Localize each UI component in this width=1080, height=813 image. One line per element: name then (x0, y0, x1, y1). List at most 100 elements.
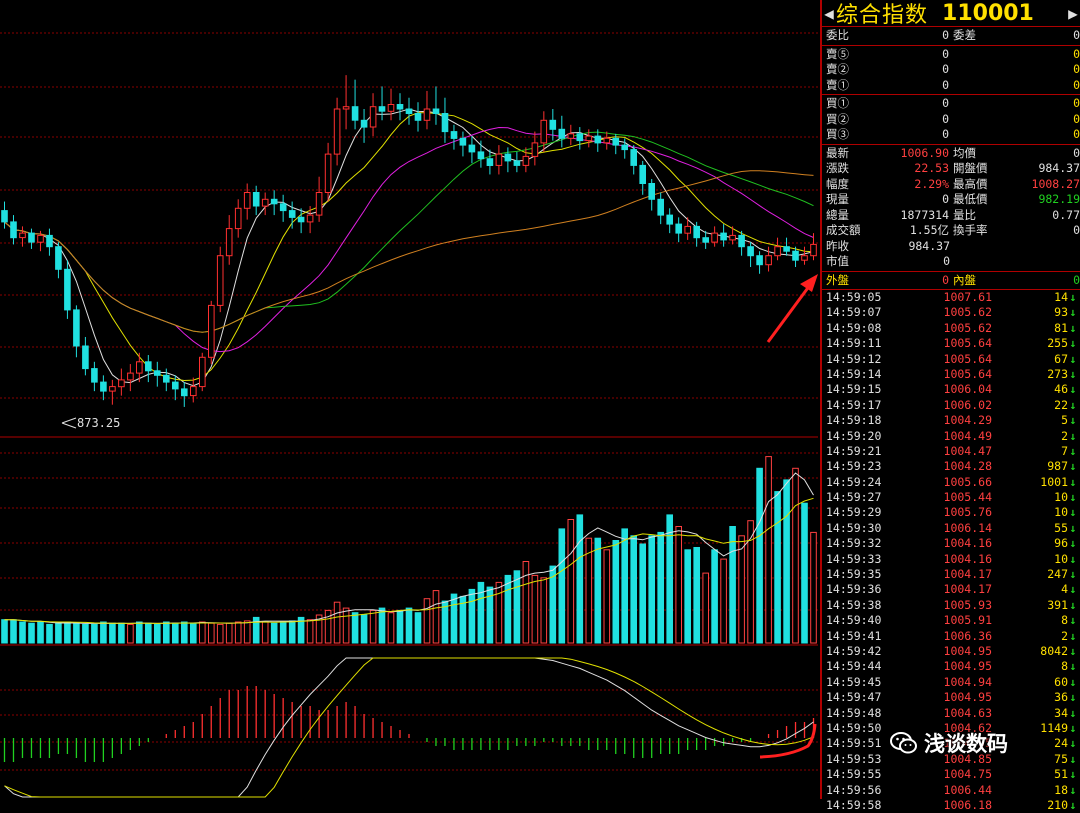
candle-body (603, 137, 611, 144)
tick-price: 1004.16 (943, 536, 992, 551)
quote-row: 昨收 984.37 (822, 239, 1080, 255)
candle-body (630, 149, 638, 166)
watermark-text: 浅谈数码 (924, 732, 1008, 756)
candle-body (73, 309, 80, 347)
change-value: 22.53 (914, 161, 950, 175)
tick-time: 14:59:29 (826, 505, 882, 520)
volume-bar (324, 609, 332, 644)
down-arrow-icon: ↓ (1069, 520, 1077, 535)
tick-volume: 247 (1047, 567, 1068, 582)
volume-bar (82, 623, 89, 644)
tick-price: 1004.29 (943, 413, 992, 428)
candle-body (378, 106, 386, 112)
volume-bar (208, 622, 215, 644)
order-ratio-section: 委比 0 委差 0 (822, 27, 1080, 46)
candle-body (513, 160, 521, 166)
volume-bar (100, 621, 107, 644)
tick-price: 1007.61 (943, 290, 992, 304)
tick-time: 14:59:47 (826, 690, 882, 705)
tick-price: 1006.04 (943, 382, 992, 397)
tick-price: 1005.64 (943, 366, 992, 381)
volume-bar (630, 535, 638, 644)
tick-volume: 210 (1047, 797, 1068, 812)
volume-bar (270, 622, 278, 644)
volume-bar (378, 607, 386, 644)
wechat-icon (890, 732, 917, 754)
tick-volume: 987 (1047, 459, 1068, 474)
volume-bar (450, 593, 458, 644)
tick-row: 14:59:42 1004.95 8042 ↓ (822, 644, 1080, 659)
quote-label: 換手率 (953, 223, 988, 237)
candle-body (37, 234, 44, 243)
volume-bar (468, 588, 476, 644)
down-arrow-icon: ↓ (1069, 613, 1077, 628)
tick-row: 14:59:11 1005.64 255 ↓ (822, 336, 1080, 351)
red-underline-annotation (759, 723, 817, 759)
down-arrow-icon: ↓ (1069, 597, 1077, 612)
chart-grid (0, 32, 818, 771)
tick-row: 14:59:18 1004.29 5 ↓ (822, 413, 1080, 428)
down-arrow-icon: ↓ (1069, 443, 1077, 458)
kline-chart[interactable]: 873.25 (0, 0, 820, 799)
tick-price: 1004.49 (943, 428, 992, 443)
quote-label: 昨收 (826, 238, 849, 253)
candle-body (693, 225, 701, 239)
volume-bar (73, 622, 80, 644)
quote-label: 開盤價 (953, 161, 988, 175)
next-stock-arrow-icon[interactable]: ▶ (1066, 4, 1080, 23)
candle-body (711, 232, 718, 243)
waipan-label: 外盤 (826, 272, 849, 287)
candle-body (531, 142, 539, 157)
candlestick-series (1, 75, 817, 407)
volume-bar (648, 535, 656, 644)
buy-level-label: 買② (826, 111, 849, 126)
candle-body (279, 203, 287, 212)
candle-body (468, 144, 476, 153)
volume-bar (414, 612, 422, 644)
volume-bar (576, 514, 584, 644)
tick-time: 14:59:40 (826, 613, 882, 628)
tick-time: 14:59:48 (826, 705, 882, 720)
candle-body (594, 135, 602, 144)
tick-time: 14:59:50 (826, 720, 882, 735)
sell-level-label: 賣⑤ (826, 46, 849, 61)
prev-stock-arrow-icon[interactable]: ◀ (822, 4, 836, 23)
volume-bar (477, 581, 485, 644)
tick-volume: 10 (1054, 551, 1068, 566)
volume-bar (64, 621, 71, 644)
volume-bar (216, 623, 224, 644)
down-arrow-icon: ↓ (1069, 705, 1077, 720)
candle-body (234, 207, 242, 230)
quote-label: 最低價 (953, 192, 988, 206)
sell-price: 0 (942, 77, 950, 92)
current-volume: 0 (942, 192, 950, 206)
total-volume: 1877314 (900, 207, 950, 222)
tick-time: 14:59:41 (826, 628, 882, 643)
change-percent: 2.29% (914, 176, 950, 191)
tick-price: 1005.64 (943, 351, 992, 366)
latest-price: 1006.90 (900, 145, 950, 160)
candle-body (747, 246, 754, 257)
volume-ma-lines (4, 472, 814, 624)
volume-bar (684, 549, 692, 644)
volume-bar (127, 623, 134, 644)
tick-time: 14:59:53 (826, 751, 882, 766)
tick-row: 14:59:07 1005.62 93 ↓ (822, 305, 1080, 320)
tick-price: 1005.62 (943, 320, 992, 335)
down-arrow-icon: ↓ (1069, 797, 1077, 812)
sell-level-label: 賣② (826, 62, 849, 76)
tick-volume: 273 (1047, 366, 1068, 381)
buy-price: 0 (942, 127, 950, 141)
tick-volume: 4 (1061, 582, 1068, 597)
tick-price: 1004.63 (943, 705, 992, 720)
tick-time: 14:59:23 (826, 459, 882, 474)
order-ratio-row: 委比 0 委差 0 (822, 28, 1080, 44)
volume-bar (46, 623, 53, 644)
volume-bar (10, 619, 17, 644)
tick-row: 14:59:32 1004.16 96 ↓ (822, 536, 1080, 551)
volume-bar (567, 519, 575, 644)
tick-volume: 46 (1054, 382, 1068, 397)
quote-label: 總量 (826, 207, 849, 222)
candle-body (477, 151, 485, 160)
candle-body (190, 386, 197, 397)
